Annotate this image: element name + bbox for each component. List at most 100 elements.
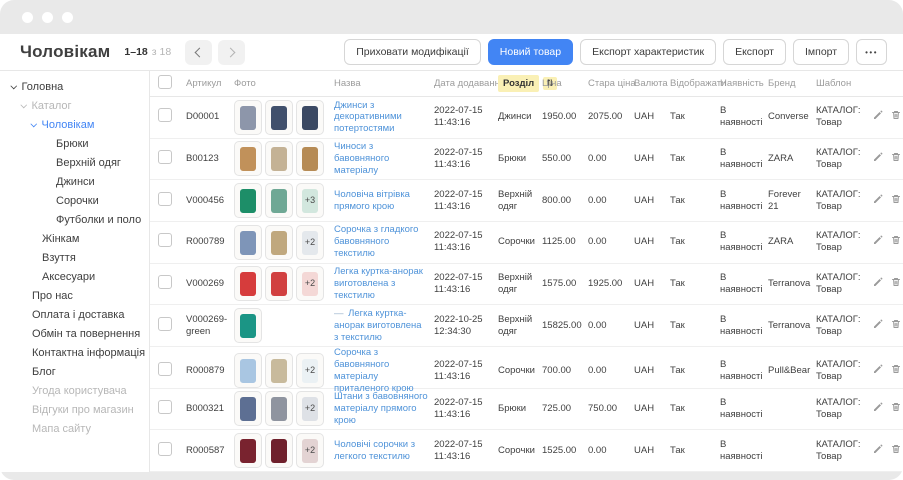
product-photo[interactable] (265, 183, 293, 218)
product-name-link[interactable]: Сорочка з гладкого бавовняного текстилю (334, 224, 418, 259)
next-page-button[interactable] (218, 40, 245, 65)
window-dot[interactable] (22, 12, 33, 23)
col-section[interactable]: Розділ⇅ (498, 75, 542, 93)
edit-icon[interactable] (872, 193, 884, 209)
product-name-link[interactable]: Сорочка з бавовняного матеріалу притален… (334, 347, 414, 394)
sidebar-item-kataloh[interactable]: Каталог (0, 96, 149, 115)
product-photo[interactable] (265, 353, 293, 388)
product-photo[interactable] (234, 183, 262, 218)
product-photo[interactable] (265, 141, 293, 176)
product-photo[interactable] (234, 308, 262, 343)
product-name-link[interactable]: Чоловіча вітрівка прямого крою (334, 189, 410, 212)
product-name-link[interactable]: Чоловічі сорочки з легкого текстилю (334, 439, 415, 462)
row-checkbox[interactable] (158, 442, 172, 456)
cell-old-price: 0.00 (588, 236, 634, 248)
more-photos-badge[interactable]: +3 (296, 183, 324, 218)
product-photo[interactable] (265, 225, 293, 260)
export-button[interactable]: Експорт (723, 39, 786, 65)
prev-page-button[interactable] (185, 40, 212, 65)
product-photo[interactable] (234, 100, 262, 135)
edit-icon[interactable] (872, 318, 884, 334)
sidebar: ГоловнаКаталогЧоловікамБрюкиВерхній одяг… (0, 71, 150, 472)
delete-icon[interactable] (890, 318, 902, 334)
edit-icon[interactable] (872, 363, 884, 379)
product-photo[interactable] (234, 225, 262, 260)
delete-icon[interactable] (890, 401, 902, 417)
row-checkbox[interactable] (158, 192, 172, 206)
delete-icon[interactable] (890, 193, 902, 209)
product-photo[interactable] (265, 266, 293, 301)
sidebar-item-verkhnii-odiah[interactable]: Верхній одяг (0, 153, 149, 172)
product-name-link[interactable]: Штани з бавовняного матеріалу прямого кр… (334, 391, 428, 426)
sidebar-item-cholovikam[interactable]: Чоловікам (0, 115, 149, 134)
sidebar-item-obmin-ta-povernennia[interactable]: Обмін та повернення (0, 324, 149, 343)
sidebar-item-mapa-saitu[interactable]: Мапа сайту (0, 419, 149, 438)
cell-template: КАТАЛОГ: Товар (816, 359, 872, 383)
product-name-link[interactable]: Легка куртка-анорак виготовлена з тексти… (334, 308, 422, 343)
sidebar-item-futbolky-i-polo[interactable]: Футболки и поло (0, 210, 149, 229)
hide-modifications-button[interactable]: Приховати модифікації (344, 39, 481, 65)
edit-icon[interactable] (872, 276, 884, 292)
product-name-link[interactable]: Джинси з декоративними потертостями (334, 100, 402, 135)
row-checkbox[interactable] (158, 233, 172, 247)
product-name-link[interactable]: Легка куртка-анорак виготовлена з тексти… (334, 266, 423, 301)
row-checkbox[interactable] (158, 150, 172, 164)
row-checkbox[interactable] (158, 108, 172, 122)
product-photo[interactable] (234, 266, 262, 301)
edit-icon[interactable] (872, 443, 884, 459)
sidebar-item-aksesuary[interactable]: Аксесуари (0, 267, 149, 286)
sidebar-item-vzuttia[interactable]: Взуття (0, 248, 149, 267)
product-photo[interactable] (234, 141, 262, 176)
sidebar-item-holovna[interactable]: Головна (0, 77, 149, 96)
product-photo[interactable] (265, 391, 293, 426)
row-checkbox[interactable] (158, 400, 172, 414)
sidebar-item-kontaktna-informatsiia[interactable]: Контактна інформація (0, 343, 149, 362)
delete-icon[interactable] (890, 363, 902, 379)
sidebar-item-pro-nas[interactable]: Про нас (0, 286, 149, 305)
row-checkbox[interactable] (158, 362, 172, 376)
sidebar-item-sorochky[interactable]: Сорочки (0, 191, 149, 210)
more-photos-badge[interactable]: +2 (296, 266, 324, 301)
edit-icon[interactable] (872, 151, 884, 167)
edit-icon[interactable] (872, 234, 884, 250)
edit-icon[interactable] (872, 109, 884, 125)
product-photo[interactable] (296, 100, 324, 135)
sidebar-item-vidhuky-pro-mahazyn[interactable]: Відгуки про магазин (0, 400, 149, 419)
more-actions-button[interactable]: ••• (856, 39, 887, 65)
cell-template: КАТАЛОГ: Товар (816, 397, 872, 421)
product-photo[interactable] (296, 141, 324, 176)
product-photo[interactable] (234, 433, 262, 468)
more-photos-badge[interactable]: +2 (296, 225, 324, 260)
export-characteristics-button[interactable]: Експорт характеристик (580, 39, 716, 65)
new-product-button[interactable]: Новий товар (488, 39, 573, 65)
delete-icon[interactable] (890, 234, 902, 250)
more-photos-badge[interactable]: +2 (296, 433, 324, 468)
more-photos-badge[interactable]: +2 (296, 391, 324, 426)
window-dot[interactable] (42, 12, 53, 23)
cell-currency: UAH (634, 111, 670, 123)
delete-icon[interactable] (890, 151, 902, 167)
delete-icon[interactable] (890, 443, 902, 459)
delete-icon[interactable] (890, 276, 902, 292)
import-button[interactable]: Імпорт (793, 39, 849, 65)
select-all-checkbox[interactable] (158, 75, 172, 89)
more-photos-badge[interactable]: +2 (296, 353, 324, 388)
row-checkbox[interactable] (158, 275, 172, 289)
delete-icon[interactable] (890, 109, 902, 125)
cell-availability: В наявності (720, 272, 768, 296)
product-name-link[interactable]: Чиноси з бавовняного матеріалу (334, 141, 389, 176)
product-photo[interactable] (265, 100, 293, 135)
sidebar-item-zhinkam[interactable]: Жінкам (0, 229, 149, 248)
product-photo[interactable] (234, 353, 262, 388)
product-photo[interactable] (265, 433, 293, 468)
edit-icon[interactable] (872, 401, 884, 417)
sidebar-item-briuky[interactable]: Брюки (0, 134, 149, 153)
sidebar-item-uhoda-korystuvacha[interactable]: Угода користувача (0, 381, 149, 400)
sidebar-item-oplata-i-dostavka[interactable]: Оплата і доставка (0, 305, 149, 324)
row-checkbox[interactable] (158, 317, 172, 331)
sidebar-item-dzhynsy[interactable]: Джинси (0, 172, 149, 191)
window-dot[interactable] (62, 12, 73, 23)
product-photo[interactable] (234, 391, 262, 426)
cell-old-price: 0.00 (588, 195, 634, 207)
sidebar-item-bloh[interactable]: Блог (0, 362, 149, 381)
